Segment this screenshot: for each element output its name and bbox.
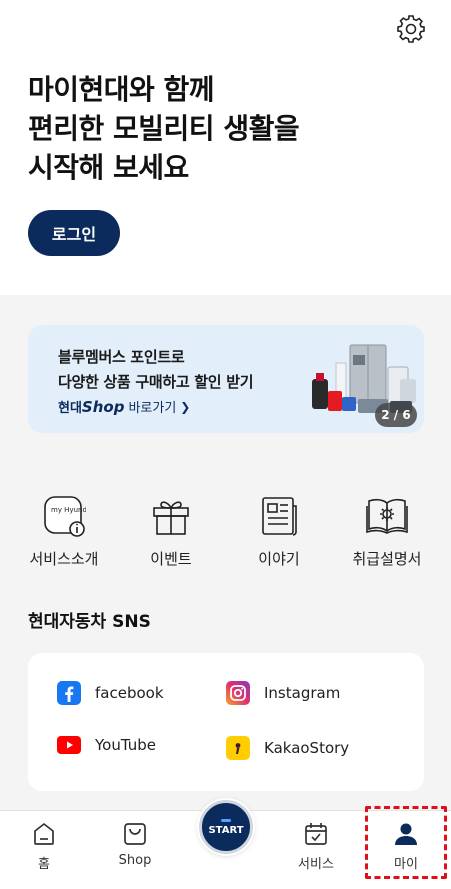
hero-line-1: 마이현대와 함께	[28, 73, 215, 106]
menu-label-service-intro: 서비스소개	[29, 550, 99, 568]
start-indicator	[221, 818, 231, 822]
shopping-bag-icon	[124, 823, 146, 845]
youtube-icon	[57, 736, 81, 754]
sns-label-instagram: Instagram	[264, 684, 341, 702]
sns-kakaostory-link[interactable]: KakaoStory	[226, 736, 349, 760]
shop-link[interactable]: 현대Shop 바로가기 ❯	[58, 397, 190, 416]
facebook-icon	[57, 681, 81, 705]
hyundai-shop-logo: 현대Shop	[58, 398, 125, 416]
svg-text:my Hyundai: my Hyundai	[51, 506, 86, 514]
login-button[interactable]: 로그인	[28, 210, 120, 256]
banner-page-indicator: 2 / 6	[375, 403, 417, 427]
nav-label-shop: Shop	[118, 853, 152, 868]
my-tab-highlight	[365, 806, 447, 879]
gift-icon	[153, 501, 189, 535]
nav-label-home: 홈	[38, 857, 50, 872]
menu-label-event: 이벤트	[150, 550, 192, 568]
promo-banner[interactable]: 블루멤버스 포인트로 다양한 상품 구매하고 할인 받기 현대Shop 바로가기…	[28, 325, 424, 433]
service-menu: my Hyundai 서비스소개 이벤트	[0, 494, 451, 574]
myhyundai-info-icon: my Hyundai	[44, 496, 86, 537]
instagram-icon	[226, 681, 250, 705]
sns-label-youtube: YouTube	[95, 736, 156, 754]
hero-title: 마이현대와 함께 편리한 모빌리티 생활을 시작해 보세요	[28, 70, 300, 187]
sns-instagram-link[interactable]: Instagram	[226, 681, 340, 705]
home-icon	[34, 823, 54, 845]
hero-line-3: 시작해 보세요	[28, 151, 189, 184]
menu-item-story[interactable]: 이야기	[229, 494, 329, 569]
sns-card: facebook Instagram YouTube KakaoStory	[28, 653, 424, 791]
nav-item-home[interactable]: 홈	[9, 821, 79, 872]
nav-label-service: 서비스	[298, 857, 334, 872]
nav-item-shop[interactable]: Shop	[100, 821, 170, 868]
menu-label-story: 이야기	[258, 550, 300, 568]
menu-item-service-intro[interactable]: my Hyundai 서비스소개	[14, 494, 114, 569]
sns-section-title: 현대자동차 SNS	[28, 612, 151, 632]
chevron-right-icon: ❯	[180, 399, 191, 414]
banner-line-2: 다양한 상품 구매하고 할인 받기	[58, 373, 254, 391]
manual-book-icon	[366, 498, 408, 534]
sns-label-facebook: facebook	[95, 684, 164, 702]
menu-item-manual[interactable]: 취급설명서	[337, 494, 437, 569]
gear-icon	[397, 15, 425, 43]
hero-line-2: 편리한 모빌리티 생활을	[28, 112, 300, 145]
start-button[interactable]: START	[199, 800, 253, 854]
document-icon	[262, 497, 297, 536]
calendar-check-icon	[305, 823, 327, 845]
start-label: START	[208, 824, 244, 836]
menu-label-manual: 취급설명서	[352, 550, 422, 568]
menu-item-event[interactable]: 이벤트	[121, 494, 221, 569]
banner-line-1: 블루멤버스 포인트로	[58, 348, 185, 366]
shop-link-label: 바로가기	[128, 401, 177, 416]
nav-item-service[interactable]: 서비스	[281, 821, 351, 872]
sns-label-kakaostory: KakaoStory	[264, 739, 350, 757]
kakaostory-icon	[226, 736, 250, 760]
sns-facebook-link[interactable]: facebook	[57, 681, 164, 705]
settings-button[interactable]	[396, 14, 426, 44]
sns-youtube-link[interactable]: YouTube	[57, 736, 156, 754]
